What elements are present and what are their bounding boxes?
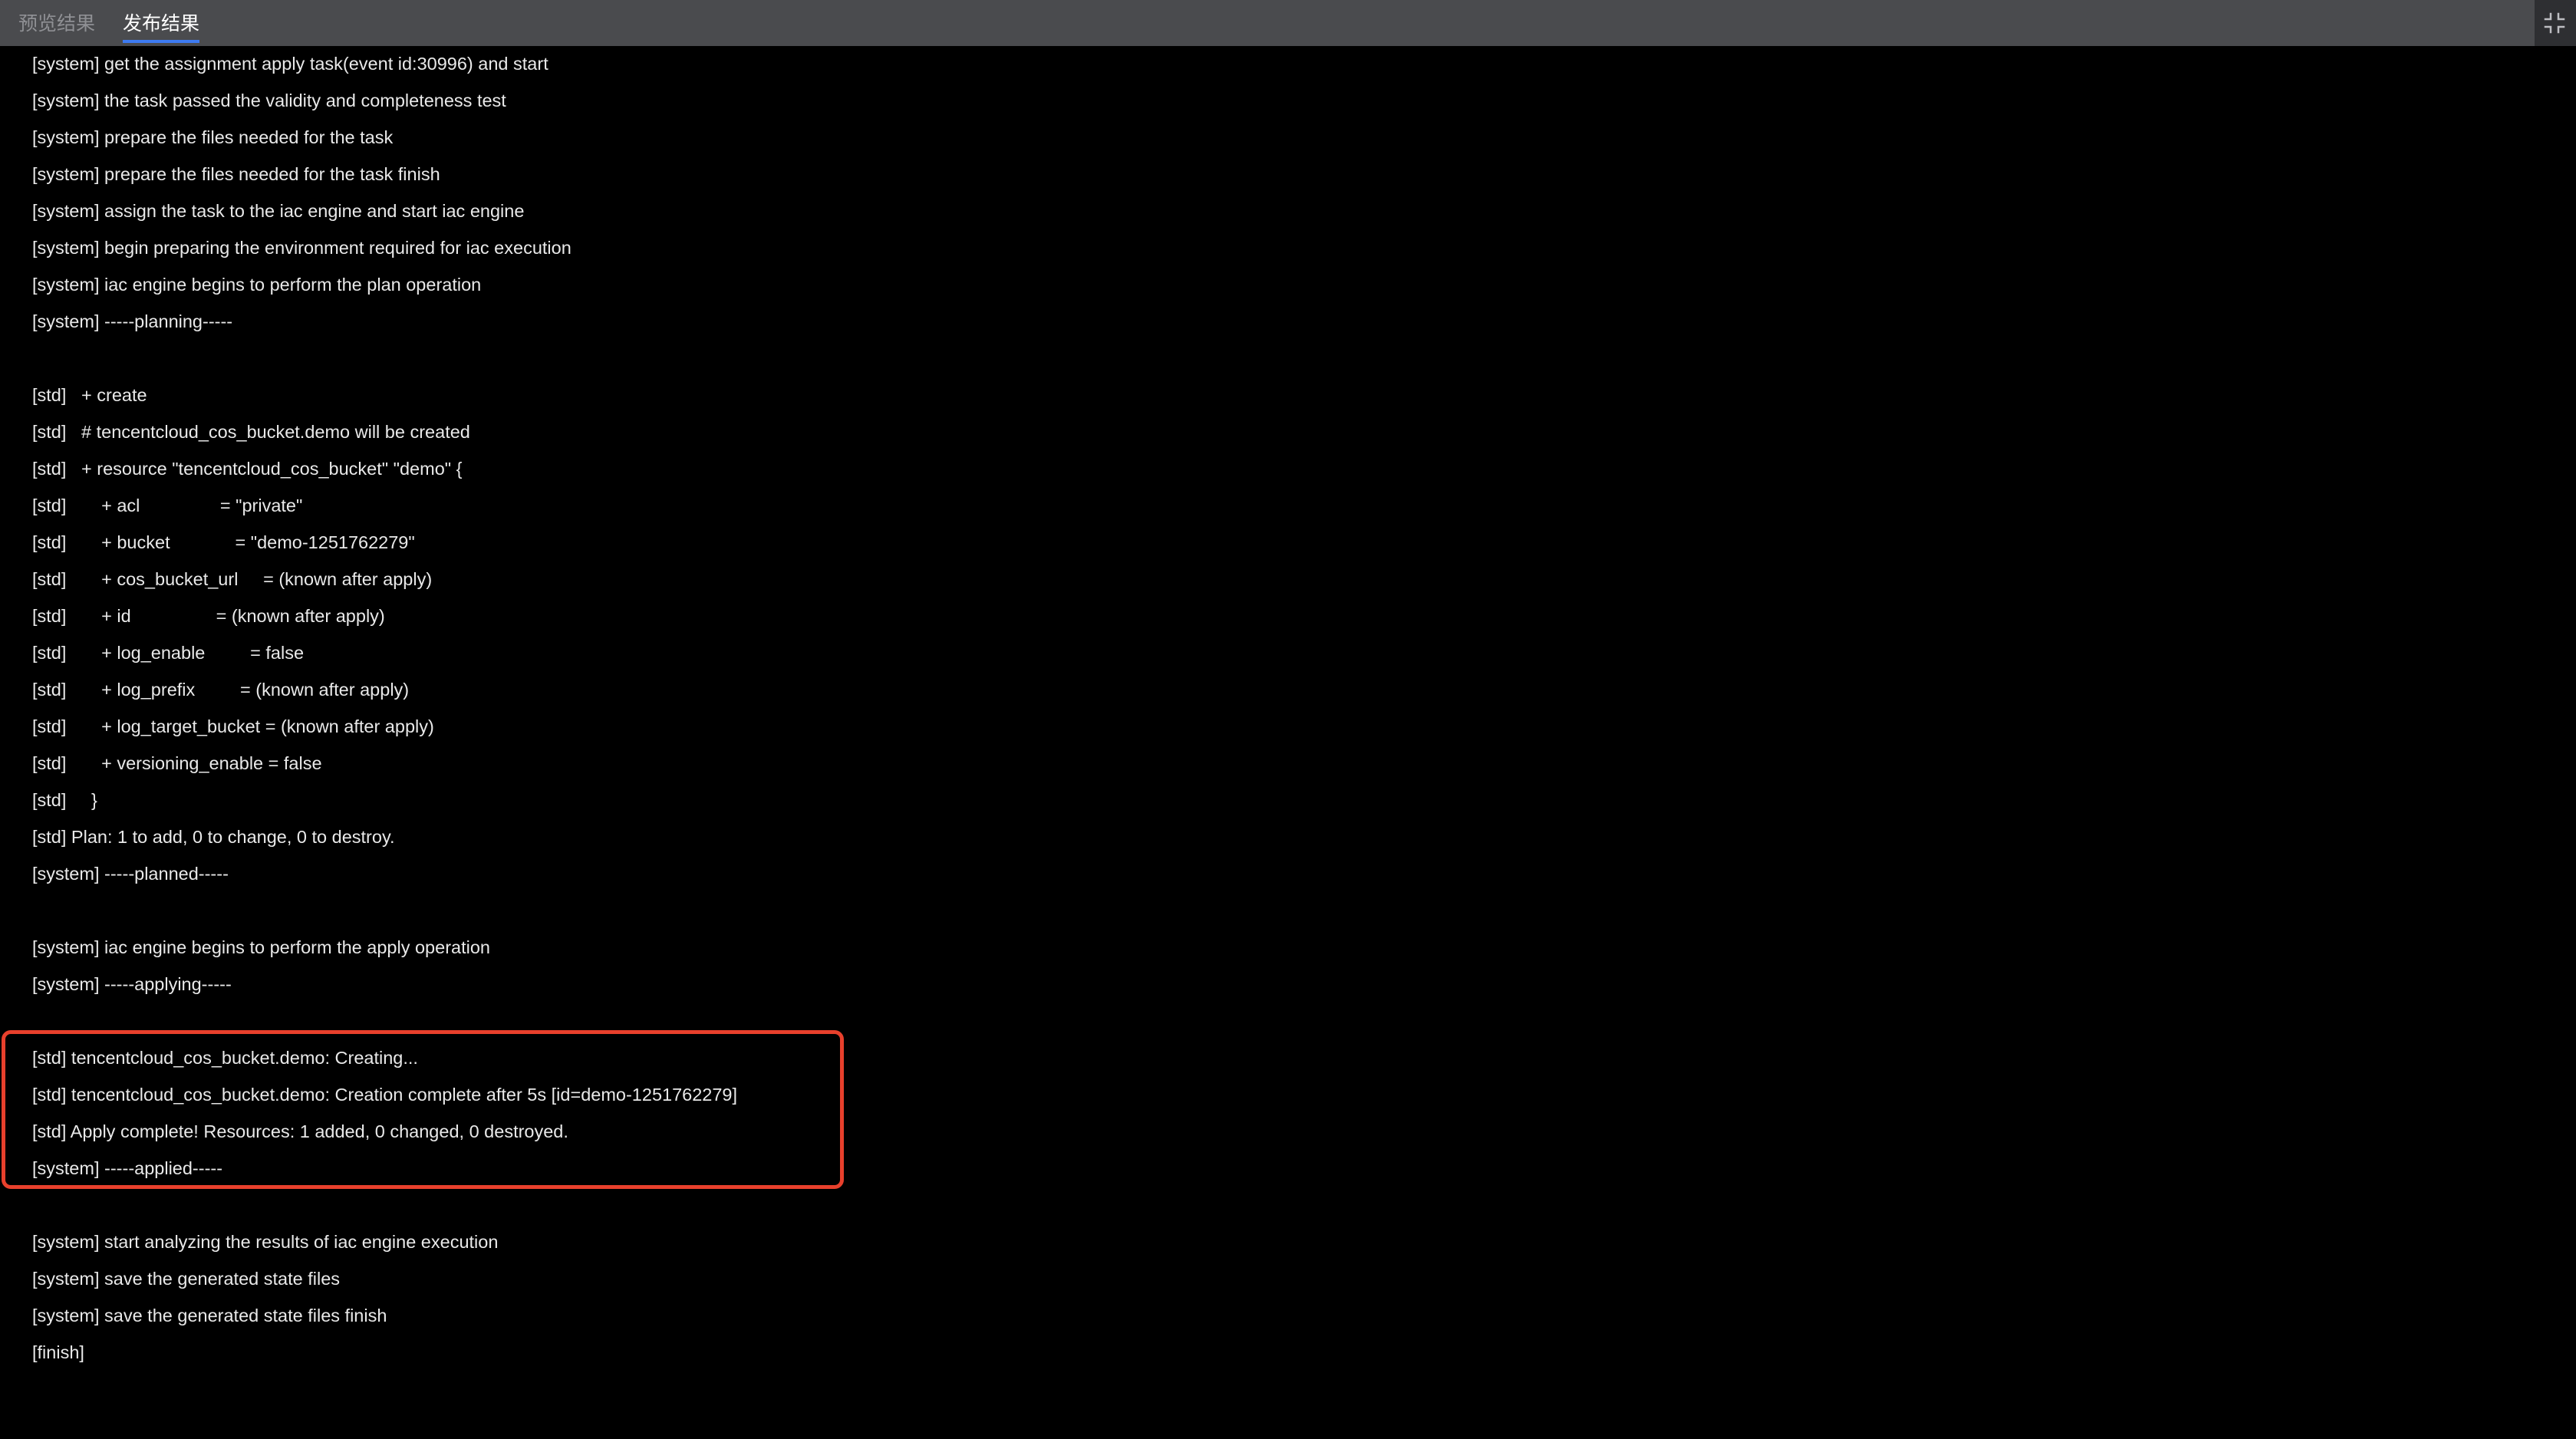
- log-line: [std] Plan: 1 to add, 0 to change, 0 to …: [32, 827, 395, 847]
- log-line: [system] begin preparing the environment…: [32, 238, 572, 258]
- log-line: [std] }: [32, 790, 97, 810]
- log-line: [system] prepare the files needed for th…: [32, 127, 394, 147]
- log-line: [system] iac engine begins to perform th…: [32, 937, 490, 957]
- tab-publish-results[interactable]: 发布结果: [123, 0, 200, 46]
- log-line: [system] iac engine begins to perform th…: [32, 275, 482, 295]
- collapse-icon: [2544, 12, 2565, 34]
- log-line: [std] + acl = "private": [32, 496, 303, 515]
- log-line: [system] start analyzing the results of …: [32, 1232, 499, 1252]
- collapse-button[interactable]: [2538, 6, 2571, 40]
- log-line: [system] save the generated state files …: [32, 1306, 387, 1325]
- log-line: [system] -----applied-----: [32, 1158, 223, 1178]
- log-line: [system] assign the task to the iac engi…: [32, 201, 525, 221]
- log-line: [system] the task passed the validity an…: [32, 91, 506, 110]
- log-line: [std] + cos_bucket_url = (known after ap…: [32, 569, 433, 589]
- log-line: [std] + create: [32, 385, 147, 405]
- log-line: [finish]: [32, 1342, 84, 1362]
- log-line: [std] tencentcloud_cos_bucket.demo: Crea…: [32, 1085, 738, 1105]
- tab-bar: 预览结果 发布结果: [0, 0, 2535, 46]
- log-line: [std] + bucket = "demo-1251762279": [32, 532, 415, 552]
- log-line: [system] -----applying-----: [32, 974, 232, 994]
- log-line: [system] get the assignment apply task(e…: [32, 54, 548, 74]
- tab-preview-results[interactable]: 预览结果: [18, 0, 95, 46]
- log-output: [system] get the assignment apply task(e…: [0, 46, 2576, 1439]
- log-line: [system] prepare the files needed for th…: [32, 164, 440, 184]
- log-line: [std] tencentcloud_cos_bucket.demo: Crea…: [32, 1048, 418, 1068]
- log-line: [std] Apply complete! Resources: 1 added…: [32, 1121, 568, 1141]
- log-line: [system] -----planning-----: [32, 311, 233, 331]
- log-line: [system] save the generated state files: [32, 1269, 341, 1289]
- log-line: [system] -----planned-----: [32, 864, 229, 884]
- log-line: [std] + versioning_enable = false: [32, 753, 322, 773]
- log-line: [std] # tencentcloud_cos_bucket.demo wil…: [32, 422, 470, 442]
- log-line: [std] + id = (known after apply): [32, 606, 385, 626]
- log-line: [std] + log_enable = false: [32, 643, 305, 663]
- log-line: [std] + resource "tencentcloud_cos_bucke…: [32, 459, 463, 479]
- log-line: [std] + log_prefix = (known after apply): [32, 680, 410, 700]
- log-line: [std] + log_target_bucket = (known after…: [32, 716, 434, 736]
- publish-results-panel: 预览结果 发布结果 [system] get the assignment ap…: [0, 0, 2576, 1439]
